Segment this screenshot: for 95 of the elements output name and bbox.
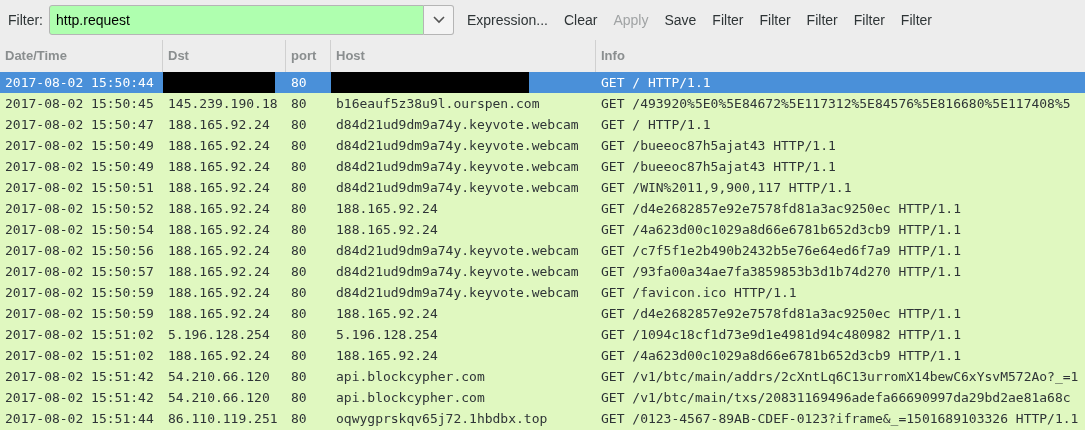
table-cell-text: 188.165.92.24 [168, 241, 270, 260]
table-cell-text: d84d21ud9dm9a74y.keyvote.webcam [336, 115, 579, 134]
toolbar-button[interactable]: Filter [893, 6, 939, 34]
table-cell-text: 80 [291, 388, 307, 407]
table-cell-text: 188.165.92.24 [168, 346, 270, 365]
table-cell-text: 2017-08-02 15:50:45 [5, 94, 154, 113]
table-cell-text: 80 [291, 199, 307, 218]
table-cell-text: d84d21ud9dm9a74y.keyvote.webcam [336, 262, 579, 281]
table-cell-text: GET /d4e2682857e92e7578fd81a3ac9250ec HTTP/1.1 [601, 199, 962, 218]
toolbar-button[interactable]: Filter [705, 6, 751, 34]
table-cell-text: 54.210.66.120 [168, 388, 270, 407]
table-cell-text: 2017-08-02 15:51:02 [5, 325, 154, 344]
table-cell-text: api.blockcypher.com [336, 367, 485, 386]
table-cell-text: 80 [291, 409, 307, 428]
table-cell-text: d84d21ud9dm9a74y.keyvote.webcam [336, 136, 579, 155]
table-cell-text: b16eauf5z38u9l.ourspen.com [336, 94, 540, 113]
table-cell-text: 80 [291, 220, 307, 239]
table-cell-text: GET /1094c18cf1d73e9d1e4981d94c480982 HTTP/1.1 [601, 325, 962, 344]
table-cell-text: 80 [291, 325, 307, 344]
table-cell-text: 54.210.66.120 [168, 367, 270, 386]
table-cell-text: 188.165.92.24 [168, 283, 270, 302]
table-cell-text: 80 [291, 136, 307, 155]
table-cell-text: GET /WIN%2011,9,900,117 HTTP/1.1 [601, 178, 852, 197]
table-cell-text: 80 [291, 94, 307, 113]
table-cell-text: 80 [291, 346, 307, 365]
table-cell-text: 188.165.92.24 [168, 136, 270, 155]
toolbar-button[interactable]: Filter [799, 6, 845, 34]
table-cell-text: 2017-08-02 15:50:52 [5, 199, 154, 218]
table-cell-text: GET /v1/btc/main/addrs/2cXntLq6C13urromX14bewC6xYsvM572Ao?_=1 [601, 367, 1079, 386]
table-cell-text: GET /d4e2682857e92e7578fd81a3ac9250ec HTTP/1.1 [601, 304, 962, 323]
table-cell-text: GET /c7f5f1e2b490b2432b5e76e64ed6f7a9 HTTP/1.1 [601, 241, 962, 260]
toolbar-button[interactable]: Save [657, 6, 704, 34]
table-cell-text: 188.165.92.24 [168, 220, 270, 239]
table-cell-text: GET / HTTP/1.1 [601, 73, 711, 92]
table-cell-text: 2017-08-02 15:50:51 [5, 178, 154, 197]
table-cell-text: 2017-08-02 15:51:42 [5, 388, 154, 407]
table-cell-text: d84d21ud9dm9a74y.keyvote.webcam [336, 241, 579, 260]
table-cell-text: 80 [291, 178, 307, 197]
table-cell-text: 2017-08-02 15:51:42 [5, 367, 154, 386]
table-cell-text: 86.110.119.251 [168, 409, 278, 428]
toolbar-button[interactable]: Filter [846, 6, 892, 34]
table-cell-text: 80 [291, 283, 307, 302]
table-cell-text: 80 [291, 115, 307, 134]
dropdown-button[interactable] [424, 5, 454, 35]
table-cell-text: 2017-08-02 15:50:59 [5, 304, 154, 323]
table-cell-text: 80 [291, 367, 307, 386]
table-cell-text: GET /favicon.ico HTTP/1.1 [601, 283, 797, 302]
table-cell-text: oqwygprskqv65j72.1hbdbx.top [336, 409, 548, 428]
table-cell-text: GET /4a623d00c1029a8d66e6781b652d3cb9 HTTP/1.1 [601, 220, 962, 239]
table-cell-text: 188.165.92.24 [336, 220, 438, 239]
table-cell-text: GET /bueeoc87h5ajat43 HTTP/1.1 [601, 136, 836, 155]
table-cell-text: GET /0123-4567-89AB-CDEF-0123?iframe&_=1501689103326 HTTP/1.1 [601, 409, 1079, 428]
toolbar-button[interactable]: Expression... [460, 6, 555, 34]
table-cell-text: GET /v1/btc/main/txs/20831169496adefa66690997da29bd2ae81a68c [601, 388, 1071, 407]
table-cell-text: 80 [291, 157, 307, 176]
toolbar-button[interactable]: Clear [556, 6, 605, 34]
table-cell-text: 188.165.92.24 [168, 178, 270, 197]
table-cell-text: 188.165.92.24 [336, 304, 438, 323]
table-cell-text: 2017-08-02 15:51:44 [5, 409, 154, 428]
table-cell-text: 2017-08-02 15:50:44 [5, 73, 154, 92]
caret-icon [432, 16, 445, 24]
table-cell-text: GET /bueeoc87h5ajat43 HTTP/1.1 [601, 157, 836, 176]
filter-field[interactable]: http.request [49, 5, 424, 35]
table-cell-text: 145.239.190.18 [168, 94, 278, 113]
table-cell-text: 188.165.92.24 [168, 157, 270, 176]
table-cell-text: d84d21ud9dm9a74y.keyvote.webcam [336, 178, 579, 197]
table-cell-text: 5.196.128.254 [168, 325, 270, 344]
table-cell-text: 5.196.128.254 [336, 325, 438, 344]
table-cell-text: 2017-08-02 15:50:54 [5, 220, 154, 239]
table-cell-text: 2017-08-02 15:50:56 [5, 241, 154, 260]
table-cell-text: 188.165.92.24 [168, 115, 270, 134]
table-cell-text: 188.165.92.24 [336, 346, 438, 365]
table-cell-text: GET /93fa00a34ae7fa3859853b3d1b74d270 HTTP/1.1 [601, 262, 962, 281]
table-cell-text: GET /493920%5E0%5E84672%5E117312%5E84576%5E816680%5E117408%5 [601, 94, 1071, 113]
table-cell-text: 188.165.92.24 [336, 199, 438, 218]
table-cell-text: api.blockcypher.com [336, 388, 485, 407]
table-cell-text: 188.165.92.24 [168, 304, 270, 323]
table-cell-text: 2017-08-02 15:50:49 [5, 136, 154, 155]
table-cell-text: 2017-08-02 15:51:02 [5, 346, 154, 365]
table-cell-text: GET / HTTP/1.1 [601, 115, 711, 134]
table-cell-text: d84d21ud9dm9a74y.keyvote.webcam [336, 283, 579, 302]
table-cell-text: 2017-08-02 15:50:47 [5, 115, 154, 134]
table-cell-text: 2017-08-02 15:50:57 [5, 262, 154, 281]
toolbar-button[interactable]: Filter [752, 6, 798, 34]
table-cell-text: 188.165.92.24 [168, 199, 270, 218]
table-cell-text: 188.165.92.24 [168, 262, 270, 281]
table-cell-text: d84d21ud9dm9a74y.keyvote.webcam [336, 157, 579, 176]
table-cell-text: 80 [291, 241, 307, 260]
table-cell-text: 2017-08-02 15:50:49 [5, 157, 154, 176]
table-cell-text: 80 [291, 73, 307, 92]
table-cell-text: 80 [291, 304, 307, 323]
table-cell-text: 2017-08-02 15:50:59 [5, 283, 154, 302]
filter-label: Filter: [8, 10, 43, 30]
table-cell-text: 80 [291, 262, 307, 281]
table-cell-text: GET /4a623d00c1029a8d66e6781b652d3cb9 HTTP/1.1 [601, 346, 962, 365]
